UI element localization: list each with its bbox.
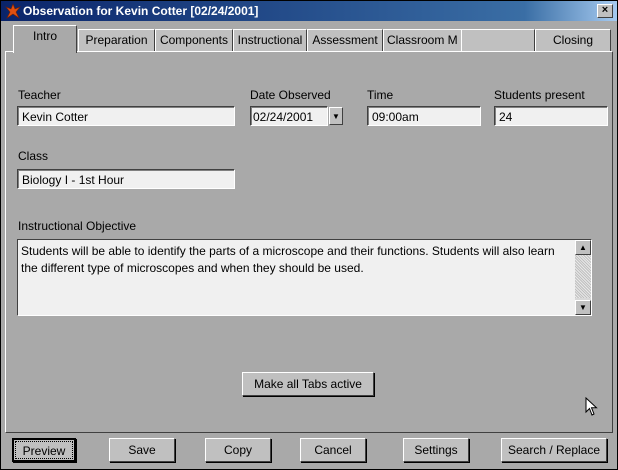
teacher-label: Teacher xyxy=(18,88,61,102)
chevron-down-icon[interactable]: ▼ xyxy=(329,107,343,125)
instructional-objective-label: Instructional Objective xyxy=(18,219,137,233)
instructional-objective-textarea[interactable]: Students will be able to identify the pa… xyxy=(17,239,592,316)
instructional-objective-text[interactable]: Students will be able to identify the pa… xyxy=(21,243,571,277)
scroll-down-icon[interactable]: ▼ xyxy=(575,300,591,315)
date-observed-label: Date Observed xyxy=(250,88,331,102)
time-field[interactable]: 09:00am xyxy=(367,106,481,126)
date-observed-field[interactable]: 02/24/2001 xyxy=(250,106,328,126)
class-field[interactable]: Biology I - 1st Hour xyxy=(17,169,235,189)
scroll-up-icon[interactable]: ▲ xyxy=(575,240,591,255)
students-present-field[interactable]: 24 xyxy=(494,106,608,126)
mouse-cursor-icon xyxy=(585,397,598,416)
vertical-scrollbar[interactable]: ▲ ▼ xyxy=(575,240,591,315)
teacher-field[interactable]: Kevin Cotter xyxy=(17,106,235,126)
class-label: Class xyxy=(18,149,49,163)
students-present-label: Students present xyxy=(494,88,585,102)
time-label: Time xyxy=(367,88,394,102)
intro-form: Teacher Kevin Cotter Date Observed 02/24… xyxy=(1,1,617,469)
observation-window: Observation for Kevin Cotter [02/24/2001… xyxy=(0,0,618,470)
scroll-thumb[interactable] xyxy=(575,255,591,298)
make-all-tabs-active-button[interactable]: Make all Tabs active xyxy=(242,372,374,396)
